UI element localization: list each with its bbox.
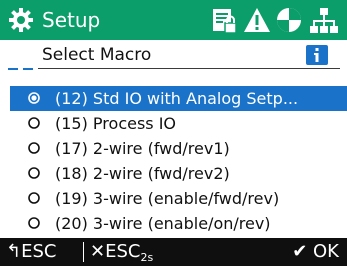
softkey-divider bbox=[83, 242, 84, 262]
macro-item-19[interactable]: (19) 3-wire (enable/fwd/rev) bbox=[0, 186, 347, 211]
macro-label: (19) 3-wire (enable/fwd/rev) bbox=[55, 189, 280, 208]
macro-item-20[interactable]: (20) 3-wire (enable/on/rev) bbox=[0, 211, 347, 236]
scroll-indicator-dash bbox=[8, 68, 18, 70]
subheader: Select Macro bbox=[0, 40, 347, 70]
page-title: Setup bbox=[42, 8, 101, 32]
esc-hold-duration: 2s bbox=[140, 251, 154, 264]
esc-label: ESC bbox=[21, 241, 57, 262]
radio-selected-icon bbox=[28, 92, 40, 104]
status-icons bbox=[211, 6, 341, 34]
cross-icon: ✕ bbox=[90, 241, 106, 262]
divider bbox=[38, 68, 340, 69]
network-icon bbox=[310, 8, 338, 33]
radio-unselected-icon bbox=[28, 192, 40, 204]
info-button[interactable] bbox=[306, 45, 328, 65]
macro-item-18[interactable]: (18) 2-wire (fwd/rev2) bbox=[0, 161, 347, 186]
macro-label: (15) Process IO bbox=[55, 114, 177, 133]
gear-icon bbox=[9, 8, 33, 32]
radio-unselected-icon bbox=[28, 167, 40, 179]
warning-icon bbox=[244, 8, 270, 32]
radio-unselected-icon bbox=[28, 217, 40, 229]
radio-unselected-icon bbox=[28, 117, 40, 129]
info-icon bbox=[314, 48, 319, 62]
check-icon: ✔ bbox=[292, 241, 308, 262]
macro-item-15[interactable]: (15) Process IO bbox=[0, 111, 347, 136]
status-circle-icon bbox=[277, 8, 301, 32]
esc-hold-label: ESC bbox=[105, 241, 141, 262]
macro-label: (18) 2-wire (fwd/rev2) bbox=[55, 164, 230, 183]
macro-item-12[interactable]: (12) Std IO with Analog Setp... bbox=[10, 86, 347, 111]
macro-label: (12) Std IO with Analog Setp... bbox=[55, 89, 299, 108]
softkey-bar: ↰ESC ✕ESC2s ✔ OK bbox=[0, 238, 347, 266]
title-bar: Setup bbox=[0, 0, 347, 40]
scroll-indicator-dash bbox=[23, 68, 33, 70]
macro-label: (20) 3-wire (enable/on/rev) bbox=[55, 214, 271, 233]
ok-softkey[interactable]: ✔ OK bbox=[292, 240, 339, 264]
macro-item-17[interactable]: (17) 2-wire (fwd/rev1) bbox=[0, 136, 347, 161]
back-arrow-icon: ↰ bbox=[6, 241, 22, 262]
macro-label: (17) 2-wire (fwd/rev1) bbox=[55, 139, 230, 158]
parameter-lock-icon bbox=[213, 9, 237, 34]
radio-unselected-icon bbox=[28, 142, 40, 154]
esc-softkey[interactable]: ↰ESC bbox=[6, 240, 56, 264]
ok-label: OK bbox=[313, 241, 339, 262]
subheader-title: Select Macro bbox=[42, 45, 152, 65]
